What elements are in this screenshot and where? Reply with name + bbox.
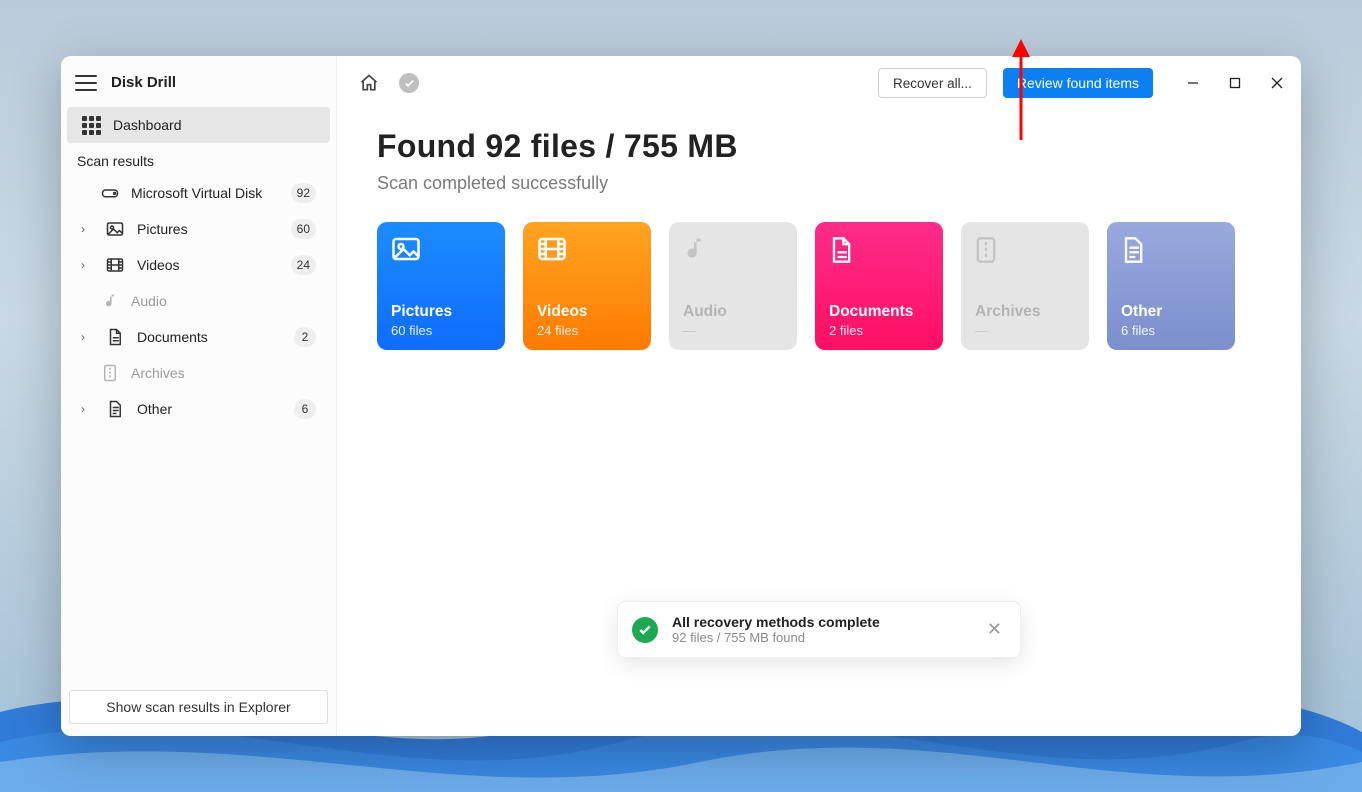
sidebar-item-pictures[interactable]: › Pictures 60 <box>67 211 330 247</box>
maximize-icon[interactable] <box>1225 73 1245 93</box>
drive-icon <box>101 183 119 203</box>
chevron-right-icon: › <box>81 258 93 272</box>
app-window: Disk Drill Dashboard Scan results Micros… <box>61 56 1301 736</box>
sidebar-item-label: Pictures <box>137 221 279 237</box>
sidebar-item-other[interactable]: › Other 6 <box>67 391 330 427</box>
sidebar-item-label: Documents <box>137 329 282 345</box>
sidebar-header: Disk Drill <box>61 56 336 105</box>
card-documents[interactable]: Documents 2 files <box>815 222 943 350</box>
topbar: Recover all... Review found items <box>337 56 1301 110</box>
sidebar-item-label: Other <box>137 401 282 417</box>
card-archives[interactable]: Archives — <box>961 222 1089 350</box>
grid-icon <box>81 115 101 135</box>
card-title: Archives <box>975 303 1075 321</box>
window-controls <box>1183 73 1287 93</box>
card-subtitle: 2 files <box>829 323 929 338</box>
count-badge: 92 <box>291 183 316 203</box>
topbar-left <box>357 71 419 95</box>
video-icon <box>537 236 637 268</box>
chevron-right-icon: › <box>81 330 93 344</box>
other-icon <box>1121 236 1221 268</box>
toast-title: All recovery methods complete <box>672 614 969 630</box>
toast-notification: All recovery methods complete 92 files /… <box>617 601 1021 658</box>
card-videos[interactable]: Videos 24 files <box>523 222 651 350</box>
main-area: Recover all... Review found items Found … <box>337 56 1301 736</box>
card-audio[interactable]: Audio — <box>669 222 797 350</box>
document-icon <box>829 236 929 268</box>
card-subtitle: 60 files <box>391 323 491 338</box>
minimize-icon[interactable] <box>1183 73 1203 93</box>
card-pictures[interactable]: Pictures 60 files <box>377 222 505 350</box>
toast-close-icon[interactable]: ✕ <box>983 617 1006 642</box>
close-icon[interactable] <box>1267 73 1287 93</box>
sidebar: Disk Drill Dashboard Scan results Micros… <box>61 56 337 736</box>
card-subtitle: 24 files <box>537 323 637 338</box>
audio-icon <box>683 236 783 268</box>
sidebar-section-label: Scan results <box>61 143 336 175</box>
card-title: Pictures <box>391 303 491 321</box>
page-title: Found 92 files / 755 MB <box>377 128 1261 165</box>
category-cards: Pictures 60 files Videos 24 files Audio … <box>377 222 1261 350</box>
archive-icon <box>101 363 119 383</box>
sidebar-item-audio[interactable]: Audio <box>67 283 330 319</box>
sidebar-item-videos[interactable]: › Videos 24 <box>67 247 330 283</box>
home-icon[interactable] <box>357 71 381 95</box>
chevron-right-icon: › <box>81 402 93 416</box>
sidebar-item-archives[interactable]: Archives <box>67 355 330 391</box>
sidebar-item-label: Archives <box>131 365 316 381</box>
card-other[interactable]: Other 6 files <box>1107 222 1235 350</box>
topbar-right: Recover all... Review found items <box>878 68 1287 98</box>
sidebar-item-dashboard[interactable]: Dashboard <box>67 107 330 143</box>
app-title: Disk Drill <box>111 74 176 91</box>
archive-icon <box>975 236 1075 268</box>
sidebar-item-label: Microsoft Virtual Disk <box>131 185 279 201</box>
picture-icon <box>105 219 125 239</box>
hamburger-icon[interactable] <box>75 75 97 91</box>
card-subtitle: — <box>683 323 783 338</box>
sidebar-item-label: Dashboard <box>113 117 316 133</box>
check-icon <box>632 617 658 643</box>
audio-icon <box>101 291 119 311</box>
card-subtitle: — <box>975 323 1075 338</box>
document-icon <box>105 327 125 347</box>
count-badge: 24 <box>291 255 316 275</box>
toast-subtitle: 92 files / 755 MB found <box>672 630 969 645</box>
card-title: Documents <box>829 303 929 321</box>
card-title: Other <box>1121 303 1221 321</box>
count-badge: 6 <box>294 399 316 419</box>
sidebar-footer: Show scan results in Explorer <box>61 690 336 736</box>
video-icon <box>105 255 125 275</box>
page-subtitle: Scan completed successfully <box>377 173 1261 194</box>
card-subtitle: 6 files <box>1121 323 1221 338</box>
toast-body: All recovery methods complete 92 files /… <box>672 614 969 645</box>
sidebar-item-label: Audio <box>131 293 316 309</box>
card-title: Videos <box>537 303 637 321</box>
sidebar-item-documents[interactable]: › Documents 2 <box>67 319 330 355</box>
sidebar-item-disk[interactable]: Microsoft Virtual Disk 92 <box>67 175 330 211</box>
count-badge: 2 <box>294 327 316 347</box>
review-found-items-button[interactable]: Review found items <box>1003 68 1153 98</box>
content: Found 92 files / 755 MB Scan completed s… <box>337 110 1301 350</box>
card-title: Audio <box>683 303 783 321</box>
other-icon <box>105 399 125 419</box>
chevron-right-icon: › <box>81 222 93 236</box>
recover-all-button[interactable]: Recover all... <box>878 68 987 98</box>
count-badge: 60 <box>291 219 316 239</box>
sidebar-item-label: Videos <box>137 257 279 273</box>
show-in-explorer-button[interactable]: Show scan results in Explorer <box>69 690 328 724</box>
status-check-icon <box>399 73 419 93</box>
picture-icon <box>391 236 491 268</box>
